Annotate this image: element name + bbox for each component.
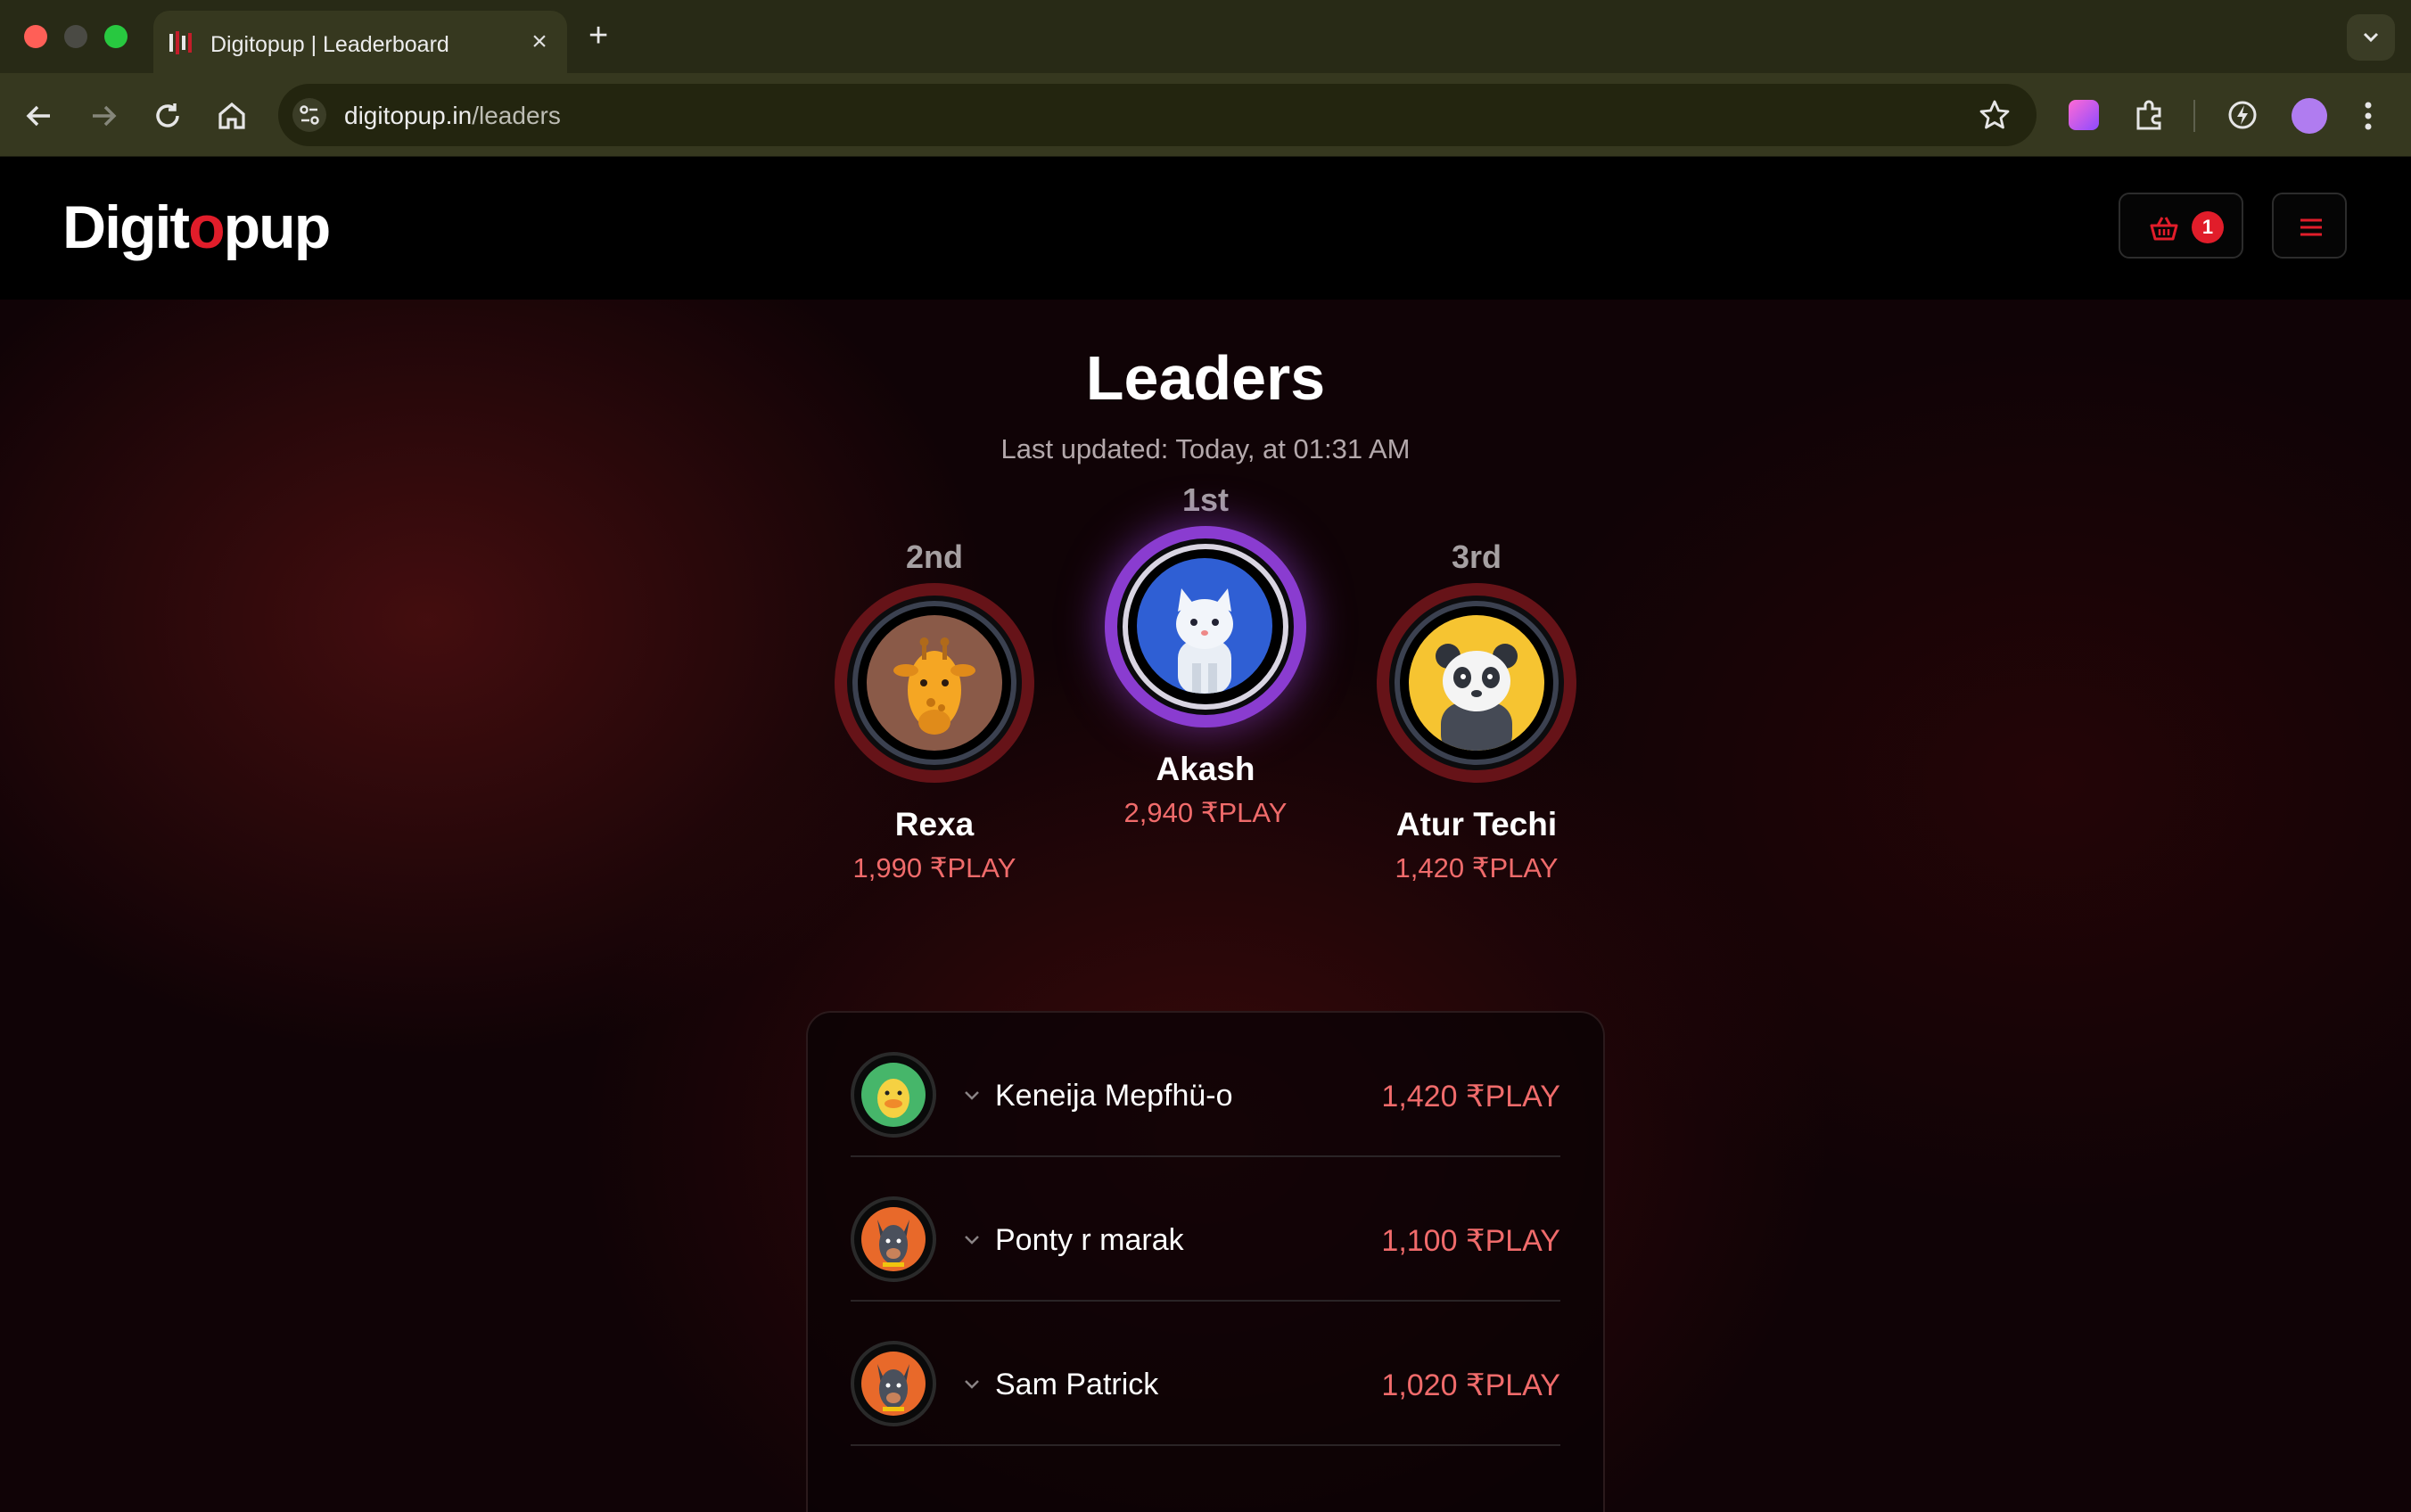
chevron-down-icon (2363, 32, 2379, 43)
extensions-puzzle-icon[interactable] (2131, 96, 2168, 134)
chevron-down-icon (965, 1091, 979, 1100)
chevron-down-icon (965, 1236, 979, 1245)
list-item[interactable]: Ponty r marak 1,100 ₹PLAY (851, 1157, 1560, 1302)
close-window-button[interactable] (24, 25, 47, 48)
reload-icon[interactable] (150, 98, 185, 134)
panda-icon (1409, 615, 1544, 751)
player-name: Ponty r marak (995, 1223, 1184, 1257)
podium-third[interactable]: 3rd Atur Techi 1,420 ₹PLAY (1316, 538, 1637, 884)
maximize-window-button[interactable] (104, 25, 128, 48)
bookmark-star-icon[interactable] (1978, 98, 2012, 132)
site-header: Digitopup 1 (0, 157, 2411, 300)
player-score: 1,420 ₹PLAY (1381, 1080, 1560, 1113)
hamburger-menu-icon (2300, 218, 2322, 236)
avatar (851, 1052, 936, 1138)
avatar (851, 1196, 936, 1282)
cart-button[interactable]: 1 (2119, 193, 2243, 259)
profile-avatar[interactable] (2292, 98, 2327, 134)
player-name: Sam Patrick (995, 1368, 1159, 1401)
podium-avatar (1105, 526, 1306, 727)
white-cat-icon (1137, 558, 1272, 694)
rank-label: 3rd (1451, 538, 1502, 575)
chevron-down-icon (965, 1380, 979, 1389)
site-page: Digitopup 1 Leaders Last updated: Today,… (0, 157, 2411, 1512)
player-score: 1,100 ₹PLAY (1381, 1224, 1560, 1258)
basket-icon (2150, 217, 2178, 241)
dog-icon (861, 1352, 926, 1416)
duck-icon (861, 1063, 926, 1127)
site-settings-icon[interactable] (292, 98, 326, 132)
tab-title: Digitopup | Leaderboard (210, 32, 449, 57)
player-score: 1,990 ₹PLAY (852, 852, 1016, 883)
list-item[interactable]: Keneija Mepfhü-o 1,420 ₹PLAY (851, 1013, 1560, 1157)
minimize-window-button[interactable] (64, 25, 87, 48)
player-name: Atur Techi (1395, 806, 1558, 842)
more-options-icon[interactable] (2359, 98, 2377, 134)
cart-count-badge: 1 (2192, 211, 2224, 243)
digitopup-logo[interactable]: Digitopup (62, 193, 331, 262)
menu-button[interactable] (2272, 193, 2347, 259)
performance-icon[interactable] (2224, 96, 2261, 134)
player-score: 1,420 ₹PLAY (1395, 852, 1559, 883)
list-item[interactable]: Sam Patrick 1,020 ₹PLAY (851, 1302, 1560, 1446)
rank-label: 1st (1181, 481, 1230, 518)
forward-arrow-icon[interactable] (86, 98, 121, 134)
toolbar-divider (2193, 100, 2195, 132)
last-updated-text: Last updated: Today, at 01:31 AM (1000, 433, 1411, 464)
podium-avatar (1377, 583, 1576, 783)
tab-search-button[interactable] (2347, 14, 2395, 61)
url-text: digitopup.in/leaders (344, 102, 561, 129)
new-tab-button[interactable]: + (588, 18, 608, 53)
player-name: Keneija Mepfhü-o (995, 1079, 1233, 1113)
extension-icon[interactable] (2069, 100, 2099, 130)
player-score: 1,020 ₹PLAY (1381, 1368, 1560, 1402)
back-arrow-icon[interactable] (21, 98, 57, 134)
browser-tab-active[interactable]: Digitopup | Leaderboard × (153, 11, 567, 73)
giraffe-icon (867, 615, 1002, 751)
home-icon[interactable] (214, 98, 250, 134)
site-favicon-icon (169, 31, 192, 54)
page-title: Leaders (1085, 343, 1326, 413)
address-bar[interactable]: digitopup.in/leaders (278, 84, 2037, 146)
browser-tab-strip: Digitopup | Leaderboard × + (0, 0, 2411, 73)
tab-close-icon[interactable]: × (524, 27, 555, 57)
leaders-list: Keneija Mepfhü-o 1,420 ₹PLAY Ponty r mar… (806, 1011, 1605, 1512)
podium-avatar (835, 583, 1034, 783)
browser-toolbar: digitopup.in/leaders (0, 73, 2411, 157)
dog-icon (861, 1207, 926, 1271)
avatar (851, 1341, 936, 1426)
